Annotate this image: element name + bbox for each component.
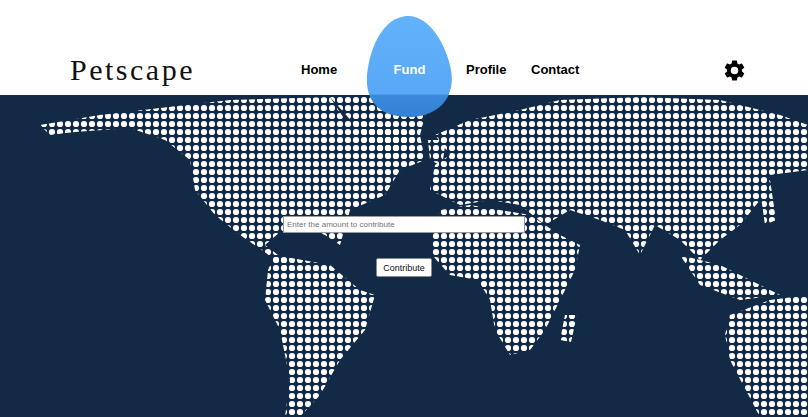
gear-icon[interactable] <box>722 58 747 83</box>
nav-item[interactable]: Contact <box>531 60 583 80</box>
contribute-button[interactable]: Contribute <box>376 258 432 277</box>
page: PetscapeHome Fund Profile Contact Contribute <box>0 0 808 417</box>
fund-section: Contribute <box>0 95 808 417</box>
world-map-icon <box>0 95 808 417</box>
nav-item[interactable]: Fund <box>366 60 453 80</box>
nav-bar: Home Fund Profile Contact <box>301 60 583 80</box>
contribute-form: Contribute <box>0 95 808 277</box>
logo[interactable]: Petscape <box>70 53 301 87</box>
nav-item[interactable]: Home <box>301 60 353 80</box>
amount-input[interactable] <box>283 216 525 233</box>
nav-item[interactable]: Profile <box>466 60 518 80</box>
header: PetscapeHome Fund Profile Contact <box>0 0 808 95</box>
